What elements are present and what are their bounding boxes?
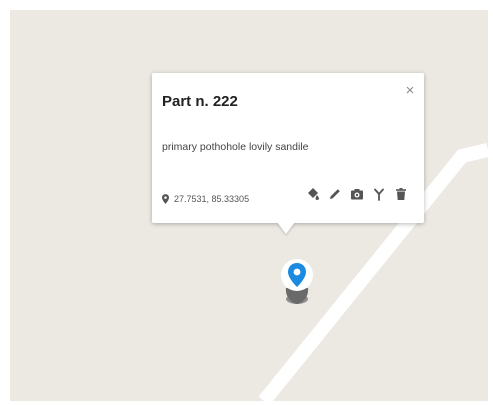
popup-description: primary pothohole lovily sandile	[162, 141, 309, 153]
paint-bucket-icon[interactable]	[305, 185, 321, 203]
popup-actions	[305, 185, 415, 203]
popup-pointer	[277, 222, 295, 234]
trash-icon[interactable]	[393, 185, 409, 203]
coordinates-text: 27.7531, 85.33305	[174, 194, 250, 204]
location-pin-icon	[162, 194, 169, 204]
popup-title: Part n. 222	[162, 93, 238, 110]
popup-coordinates: 27.7531, 85.33305	[162, 194, 249, 204]
pencil-icon[interactable]	[327, 185, 343, 203]
info-popup: Part n. 222 × primary pothohole lovily s…	[152, 73, 424, 223]
close-icon[interactable]: ×	[403, 83, 417, 98]
map-marker-icon[interactable]	[276, 252, 318, 310]
camera-icon[interactable]	[349, 185, 365, 203]
fork-icon[interactable]	[371, 185, 387, 203]
